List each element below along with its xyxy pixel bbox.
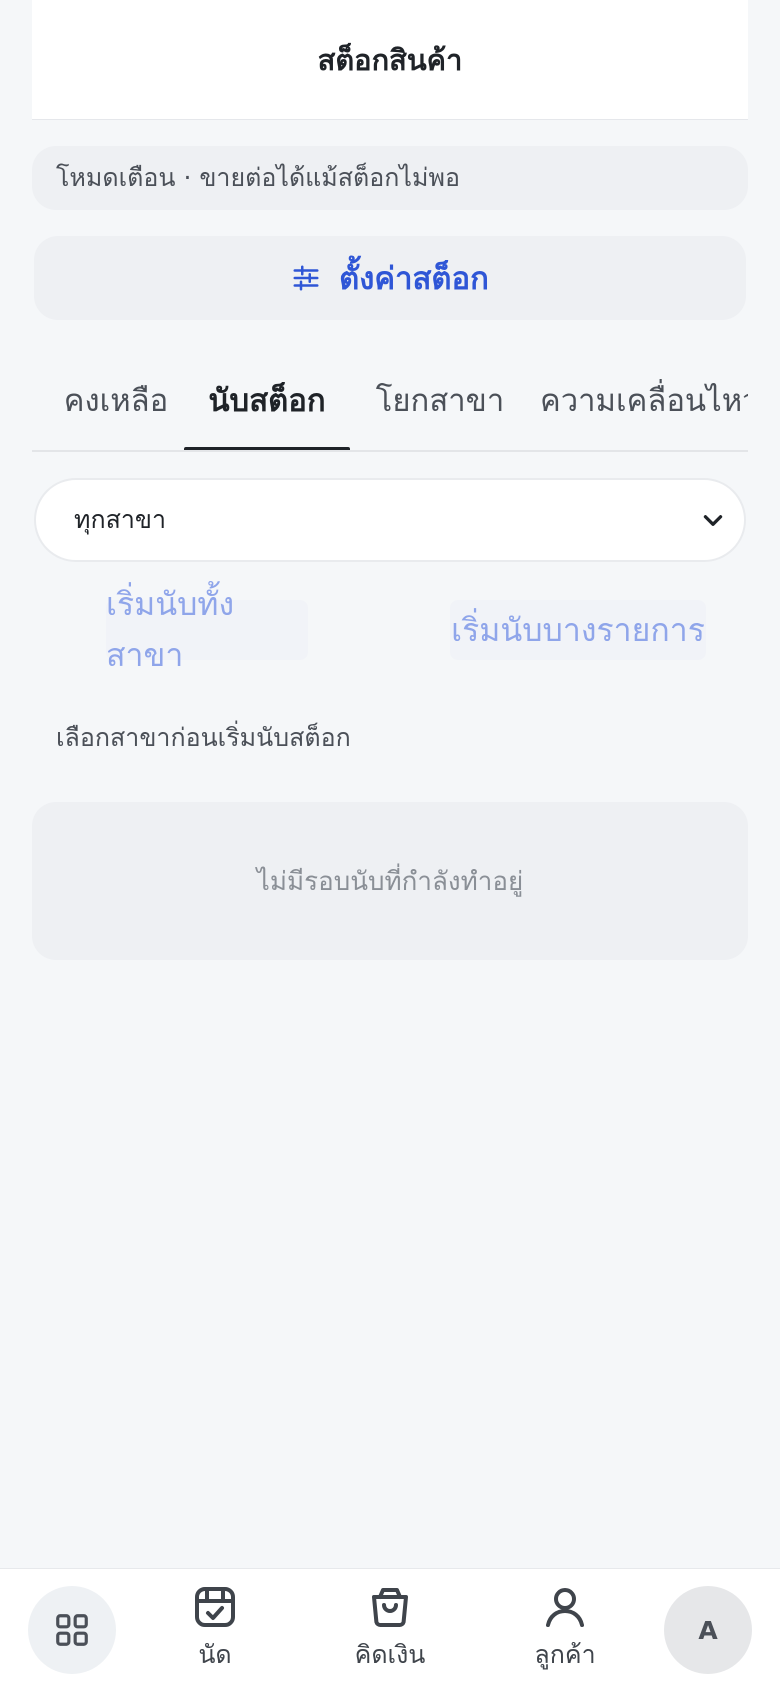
- start-count-all-button[interactable]: เริ่มนับทั้งสาขา: [106, 585, 308, 674]
- empty-state-text: ไม่มีรอบนับที่กำลังทำอยู่: [256, 866, 524, 897]
- branch-select-value: ทุกสาขา: [74, 505, 167, 534]
- tab-remaining[interactable]: คงเหลือ: [54, 350, 178, 450]
- tab-movements[interactable]: ความเคลื่อนไหว: [540, 350, 748, 450]
- nav-label: คิดเงิน: [354, 1640, 426, 1669]
- bottom-nav: นัด คิดเงิน ลูกค้า A: [0, 1568, 780, 1688]
- avatar-initial: A: [698, 1615, 718, 1645]
- apps-button[interactable]: [28, 1586, 116, 1674]
- nav-label: นัด: [198, 1640, 232, 1669]
- user-icon: [546, 1588, 584, 1627]
- tab-stock-count[interactable]: นับสต็อก: [184, 350, 350, 450]
- tab-label: โยกสาขา: [375, 383, 505, 419]
- shopping-bag-icon: [372, 1588, 408, 1627]
- tab-branch-transfer[interactable]: โยกสาขา: [370, 350, 510, 450]
- grid-icon: [56, 1614, 88, 1646]
- avatar[interactable]: A: [664, 1586, 752, 1674]
- mode-banner: โหมดเตือน · ขายต่อได้แม้สต็อกไม่พอ: [32, 146, 748, 210]
- tab-label: ความเคลื่อนไหว: [540, 383, 748, 419]
- page-title: สต็อกสินค้า: [317, 42, 463, 77]
- branch-select[interactable]: ทุกสาขา: [34, 478, 746, 562]
- stock-settings-button[interactable]: ตั้งค่าสต็อก: [34, 236, 746, 320]
- sliders-icon: [293, 265, 319, 291]
- nav-customers[interactable]: ลูกค้า: [515, 1569, 615, 1688]
- tab-bar: คงเหลือ นับสต็อก โยกสาขา ความเคลื่อนไหว: [32, 350, 748, 452]
- tab-label: นับสต็อก: [208, 383, 326, 419]
- select-branch-hint: เลือกสาขาก่อนเริ่มนับสต็อก: [56, 723, 351, 752]
- calendar-check-icon: [195, 1587, 235, 1627]
- header: สต็อกสินค้า: [32, 0, 748, 120]
- nav-label: ลูกค้า: [534, 1640, 596, 1669]
- empty-state: ไม่มีรอบนับที่กำลังทำอยู่: [32, 802, 748, 960]
- nav-appointments[interactable]: นัด: [170, 1569, 260, 1688]
- active-tab-indicator: [184, 447, 350, 450]
- tab-label: คงเหลือ: [63, 383, 169, 419]
- nav-checkout[interactable]: คิดเงิน: [340, 1569, 440, 1688]
- chevron-down-icon: [703, 515, 723, 526]
- stock-page: สต็อกสินค้า โหมดเตือน · ขายต่อได้แม้สต็อ…: [0, 0, 780, 1688]
- start-count-some-button[interactable]: เริ่มนับบางรายการ: [450, 600, 706, 660]
- stock-settings-label: ตั้งค่าสต็อก: [339, 261, 489, 297]
